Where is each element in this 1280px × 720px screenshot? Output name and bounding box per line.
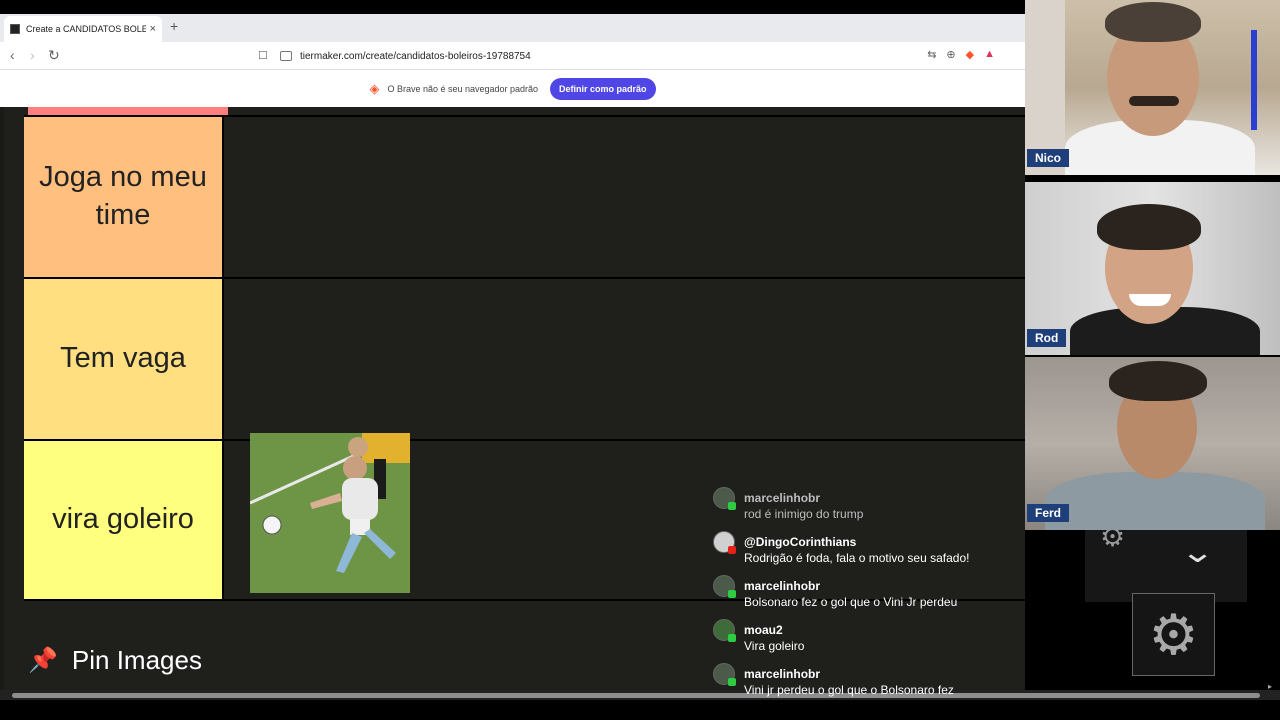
translate-icon[interactable]: ⇆ [927,48,936,61]
platform-badge-icon [728,590,736,598]
chevron-down-icon[interactable]: ⌄ [1180,535,1215,570]
chat-message: marcelinhobr Vini jr perdeu o gol que o … [713,661,1083,701]
chat-text: Bolsonaro fez o gol que o Vini Jr perdeu [744,595,958,609]
user-avatar [713,619,736,642]
user-avatar [713,663,736,686]
webcam-ferd: Ferd [1025,357,1280,530]
tiermaker-favicon-icon [10,24,20,34]
set-default-button[interactable]: Definir como padrão [550,77,656,100]
scroll-right-arrow-icon[interactable]: ▸ [1268,682,1272,691]
brave-shields-icon[interactable]: ◆ [966,48,974,61]
player-photo [250,433,410,593]
infobar-message: O Brave não é seu navegador padrão [387,83,539,94]
horizontal-scrollbar[interactable] [0,690,1280,700]
tier-label[interactable]: Joga no meu time [24,117,224,277]
chat-username: moau2 [744,623,783,637]
tier-label[interactable]: vira goleiro [24,441,224,599]
person-hair [1109,361,1207,401]
cam-name-tag: Rod [1027,329,1067,347]
forward-button[interactable]: › [30,47,35,63]
chat-text: Vini jr perdeu o gol que o Bolsonaro fez [744,683,954,697]
brave-rewards-icon[interactable]: ▲ [984,48,995,61]
youtube-badge-icon [728,546,736,554]
settings-button[interactable]: ⚙ [1132,593,1215,676]
back-button[interactable]: ‹ [10,47,15,63]
toolbar-icons: ⇆ ⊕ ◆ ▲ [927,48,995,61]
smile [1129,294,1171,306]
address-bar[interactable]: tiermaker.com/create/candidatos-boleiros… [280,46,1000,66]
gear-icon: ⚙ [1148,602,1199,666]
tier-row: Tem vaga [24,277,1025,439]
chat-username: marcelinhobr [744,579,821,593]
default-browser-infobar: ◈ O Brave não é seu navegador padrão Def… [0,70,1025,107]
user-avatar [713,487,736,510]
person-hair [1105,2,1201,42]
taskbar-strip [0,700,1280,720]
chat-text: rod é inimigo do trump [744,507,864,521]
player-image[interactable] [250,433,410,593]
tier-row: Joga no meu time [24,115,1025,277]
mustache [1129,96,1179,106]
chat-message: @DingoCorinthians Rodrigão é foda, fala … [713,529,1083,569]
chat-message: moau2 Vira goleiro [713,617,1083,657]
screen: Create a CANDIDATOS BOLEIROS × + ‹ › ↻ ☐… [0,0,1280,720]
brave-shield-icon: ◈ [369,80,380,96]
tab-title: Create a CANDIDATOS BOLEIROS [26,24,146,34]
zoom-icon[interactable]: ⊕ [946,48,955,61]
pin-images-heading: 📌 Pin Images [28,645,202,676]
site-settings-icon[interactable] [280,51,292,61]
tier-label[interactable]: Tem vaga [24,279,224,439]
user-avatar [713,575,736,598]
pin-images-label: Pin Images [71,645,202,675]
led-light [1251,30,1257,130]
person-shirt [1045,472,1265,530]
pin-icon: 📌 [28,647,58,674]
tab-strip: Create a CANDIDATOS BOLEIROS × + [0,14,1025,42]
chat-text: Vira goleiro [744,639,805,653]
chat-message: marcelinhobr Bolsonaro fez o gol que o V… [713,573,1083,613]
chat-username: marcelinhobr [744,667,821,681]
cam-name-tag: Ferd [1027,504,1070,522]
close-tab-icon[interactable]: × [150,23,156,35]
platform-badge-icon [728,634,736,642]
chat-username: marcelinhobr [744,491,821,505]
webcam-nico: Nico [1025,0,1280,175]
platform-badge-icon [728,678,736,686]
browser-toolbar: ‹ › ↻ ☐ tiermaker.com/create/candidatos-… [0,42,1025,70]
cam-name-tag: Nico [1027,149,1070,167]
browser-tab[interactable]: Create a CANDIDATOS BOLEIROS × [4,16,162,42]
user-avatar [713,531,736,554]
chat-text: Rodrigão é foda, fala o motivo seu safad… [744,551,970,565]
chat-username: @DingoCorinthians [744,535,857,549]
url-text: tiermaker.com/create/candidatos-boleiros… [300,50,531,62]
reload-button[interactable]: ↻ [48,47,60,64]
platform-badge-icon [728,502,736,510]
tier-row-top-label [28,107,228,115]
new-tab-button[interactable]: + [170,18,178,34]
webcam-rod: Rod [1025,182,1280,355]
person-hair [1097,204,1201,250]
bookmark-icon[interactable]: ☐ [258,49,268,62]
